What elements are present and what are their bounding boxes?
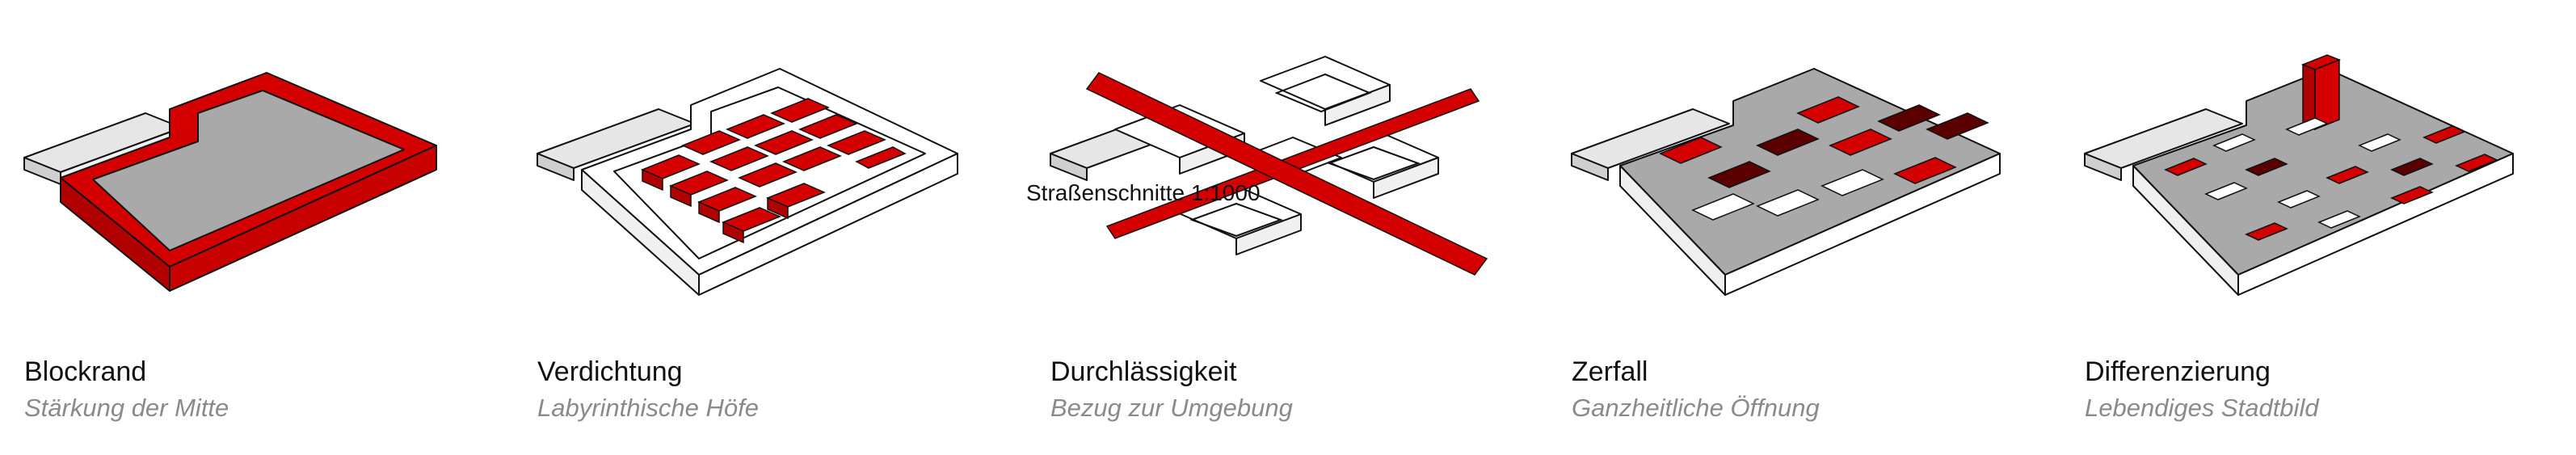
panel-title: Zerfall — [1572, 356, 1648, 387]
panel-subtitle: Lebendiges Stadtbild — [2085, 394, 2319, 422]
panel-title: Differenzierung — [2085, 356, 2271, 387]
panel-title: Durchlässigkeit — [1050, 356, 1237, 387]
panel-subtitle: Labyrinthische Höfe — [537, 394, 759, 422]
panel-zerfall: Zerfall Ganzheitliche Öffnung — [1571, 0, 2056, 455]
diagram-zerfall — [1571, 68, 2001, 296]
caption-verdichtung: Verdichtung Labyrinthische Höfe — [537, 356, 759, 425]
panel-blockrand: Blockrand Stärkung der Mitte — [23, 0, 509, 455]
overlay-label: Straßenschnitte 1:1000 — [1026, 180, 1261, 205]
diagram-verdichtung — [537, 68, 958, 296]
panel-durchlaessigkeit: Straßenschnitte 1:1000 Durchlässigkeit B… — [1026, 0, 1535, 455]
panel-subtitle: Ganzheitliche Öffnung — [1572, 394, 1820, 422]
panel-differenzierung: Differenzierung Lebendiges Stadtbild — [2084, 0, 2570, 455]
panel-verdichtung: Verdichtung Labyrinthische Höfe — [537, 0, 1022, 455]
panel-subtitle: Stärkung der Mitte — [24, 394, 229, 422]
caption-differenzierung: Differenzierung Lebendiges Stadtbild — [2085, 356, 2319, 425]
caption-durchlaessigkeit: Durchlässigkeit Bezug zur Umgebung — [1050, 356, 1293, 425]
panel-subtitle: Bezug zur Umgebung — [1050, 394, 1293, 422]
diagram-blockrand — [23, 72, 437, 292]
caption-zerfall: Zerfall Ganzheitliche Öffnung — [1572, 356, 1820, 425]
panel-title: Verdichtung — [537, 356, 683, 387]
panel-title: Blockrand — [24, 356, 147, 387]
diagram-differenzierung — [2084, 54, 2514, 296]
caption-blockrand: Blockrand Stärkung der Mitte — [24, 356, 229, 425]
